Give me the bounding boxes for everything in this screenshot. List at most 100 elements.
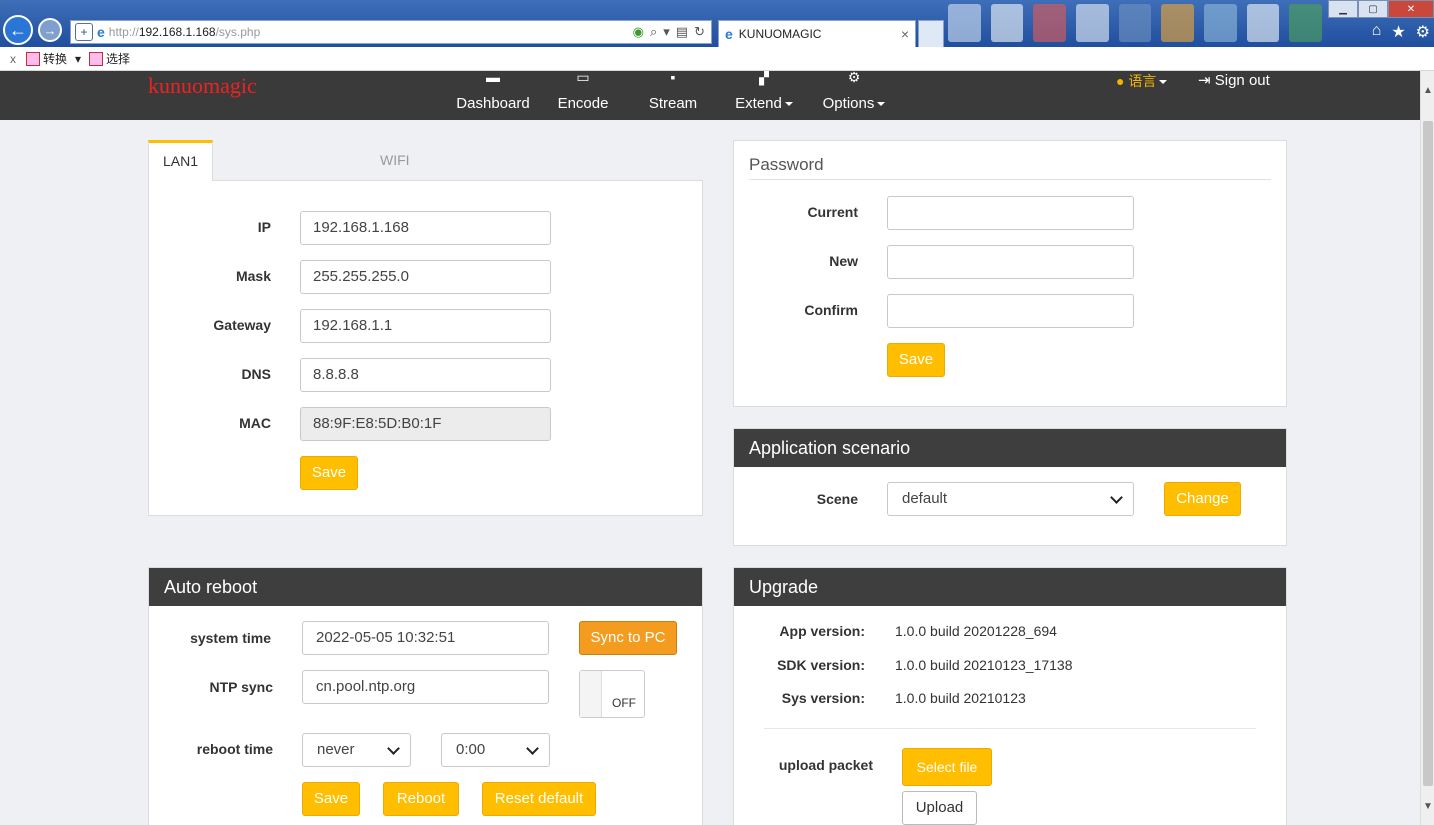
language-menu[interactable]: ● 语言 [1116, 71, 1167, 91]
new-password-label: New [829, 253, 858, 269]
password-panel: Password Current New Confirm Save [733, 140, 1287, 407]
ie-logo-icon: e [97, 24, 105, 40]
reboot-frequency-select[interactable]: never [302, 733, 411, 767]
window-controls: ▁ ▢ ✕ [1328, 0, 1434, 18]
compat-icon[interactable]: ◉ [633, 24, 644, 40]
refresh-icon[interactable]: ↻ [694, 24, 705, 40]
nav-options[interactable]: ⚙ Options [821, 71, 887, 120]
nav-encode[interactable]: ▭ Encode [558, 71, 609, 120]
pdf-icon [26, 51, 40, 66]
command-bar: x 转换 ▾ 选择 [0, 47, 1434, 71]
signout-link[interactable]: ⇥ Sign out [1198, 71, 1270, 89]
search-icon[interactable]: ⌕ [650, 24, 657, 40]
ip-label: IP [257, 219, 271, 235]
sys-version-value: 1.0.0 build 20210123 [895, 690, 1026, 706]
nav-stream[interactable]: ▪ Stream [649, 71, 697, 120]
ntp-sync-toggle[interactable]: OFF [579, 670, 645, 718]
password-save-button[interactable]: Save [887, 343, 945, 377]
reboot-save-button[interactable]: Save [302, 782, 360, 816]
address-bar[interactable]: + e http://192.168.1.168/sys.php ◉ ⌕ ▾ ▤… [70, 20, 712, 44]
reboot-hour-select[interactable]: 0:00 [441, 733, 550, 767]
tab-lan1[interactable]: LAN1 [148, 140, 213, 181]
ntp-server-input[interactable]: cn.pool.ntp.org [302, 670, 549, 704]
shield-icon: + [75, 23, 93, 41]
gateway-label: Gateway [213, 317, 271, 333]
dns-label: DNS [241, 366, 271, 382]
system-time-input[interactable]: 2022-05-05 10:32:51 [302, 621, 549, 655]
sync-to-pc-button[interactable]: Sync to PC [579, 621, 677, 655]
upgrade-panel: Upgrade App version: 1.0.0 build 2020122… [733, 567, 1287, 825]
chevron-down-icon [526, 742, 539, 755]
gears-icon: ⚙ [847, 71, 861, 85]
app-version-label: App version: [779, 623, 865, 639]
select-button[interactable]: 选择 [89, 50, 130, 67]
tools-gear-icon[interactable]: ⚙ [1416, 22, 1430, 42]
scene-select[interactable]: default [887, 482, 1134, 516]
home-icon[interactable]: ⌂ [1372, 22, 1382, 42]
gateway-input[interactable]: 192.168.1.1 [300, 309, 551, 343]
tab-wifi[interactable]: WIFI [364, 140, 410, 181]
scroll-up-icon[interactable]: ▲ [1421, 85, 1434, 96]
minimize-icon[interactable]: ▁ [1328, 0, 1358, 18]
mac-label: MAC [239, 415, 271, 431]
select-file-button[interactable]: Select file [902, 748, 992, 786]
url-text[interactable]: http://192.168.1.168/sys.php [109, 25, 260, 39]
chevron-down-icon [387, 742, 400, 755]
password-divider [749, 179, 1271, 180]
browser-right-icons: ⌂ ★ ⚙ [1372, 22, 1430, 42]
system-time-label: system time [190, 630, 271, 646]
browser-tab[interactable]: e KUNUOMAGIC × [718, 20, 916, 47]
scroll-down-icon[interactable]: ▼ [1421, 801, 1434, 812]
brand-logo: kunuomagic [148, 73, 257, 98]
dropdown-icon[interactable]: ▾ [663, 24, 670, 40]
select-icon [89, 51, 104, 66]
extend-icon: ▞ [758, 71, 770, 85]
reboot-time-label: reboot time [196, 741, 273, 757]
stream-icon: ▪ [670, 71, 676, 85]
top-nav: kunuomagic ▬ Dashboard ▭ Encode ▪ Stream… [0, 71, 1420, 120]
arrow-left-icon: ← [9, 19, 27, 40]
scene-label: Scene [816, 491, 858, 507]
convert-button[interactable]: 转换 [26, 50, 67, 67]
nav-dashboard[interactable]: ▬ Dashboard [456, 71, 530, 120]
close-window-icon[interactable]: ✕ [1388, 0, 1434, 18]
signout-icon: ⇥ [1198, 72, 1211, 89]
close-bar-icon[interactable]: x [0, 52, 26, 66]
network-tabs: LAN1 WIFI [148, 140, 703, 181]
close-tab-icon[interactable]: × [901, 26, 909, 42]
auto-reboot-title: Auto reboot [149, 568, 702, 606]
confirm-password-label: Confirm [804, 302, 858, 318]
reboot-now-button[interactable]: Reboot [383, 782, 459, 816]
mask-input[interactable]: 255.255.255.0 [300, 260, 551, 294]
ip-input[interactable]: 192.168.1.168 [300, 211, 551, 245]
convert-dropdown-icon[interactable]: ▾ [75, 52, 81, 66]
dashboard-icon: ▬ [486, 71, 500, 85]
toggle-knob [580, 671, 602, 717]
globe-icon: ● [1116, 73, 1125, 89]
maximize-icon[interactable]: ▢ [1358, 0, 1388, 18]
dns-input[interactable]: 8.8.8.8 [300, 358, 551, 392]
new-tab-button[interactable] [918, 20, 944, 47]
sys-version-label: Sys version: [781, 690, 865, 706]
network-save-button[interactable]: Save [300, 456, 358, 490]
compat-view-icon[interactable]: ▤ [676, 24, 688, 40]
page-scrollbar[interactable]: ▲ ▼ [1420, 71, 1434, 825]
tab-favicon-icon: e [725, 26, 733, 42]
forward-button[interactable]: → [38, 18, 62, 42]
change-scene-button[interactable]: Change [1164, 482, 1241, 516]
back-button[interactable]: ← [3, 15, 33, 45]
password-title: Password [749, 155, 824, 174]
confirm-password-input[interactable] [887, 294, 1134, 328]
favorites-star-icon[interactable]: ★ [1391, 22, 1405, 42]
nav-extend[interactable]: ▞ Extend [735, 71, 793, 120]
scroll-thumb[interactable] [1423, 121, 1433, 786]
new-password-input[interactable] [887, 245, 1134, 279]
chevron-down-icon [1110, 491, 1123, 504]
reset-default-button[interactable]: Reset default [482, 782, 596, 816]
upload-packet-label: upload packet [778, 757, 873, 773]
ntp-sync-label: NTP sync [209, 679, 273, 695]
upload-button[interactable]: Upload [902, 791, 977, 825]
scenario-panel: Application scenario Scene default Chang… [733, 428, 1287, 546]
current-password-input[interactable] [887, 196, 1134, 230]
current-password-label: Current [807, 204, 858, 220]
